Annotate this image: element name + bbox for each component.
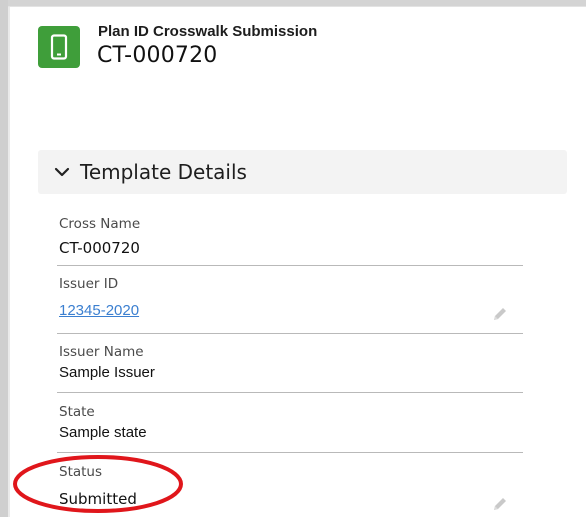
highlight-circle — [13, 455, 183, 513]
field-label: Issuer ID — [59, 276, 119, 292]
field-value: Sample state — [59, 424, 147, 441]
record-title: CT-000720 — [97, 43, 218, 68]
edit-pencil-icon[interactable] — [491, 495, 509, 513]
window-frame-left-inner — [8, 6, 10, 517]
record-type-label: Plan ID Crosswalk Submission — [98, 23, 318, 40]
window-frame-top-inner — [8, 6, 586, 7]
issuer-id-link[interactable]: 12345-2020 — [59, 302, 139, 319]
section-title: Template Details — [80, 160, 247, 184]
field-label: Issuer Name — [59, 344, 144, 360]
window-frame-left — [0, 0, 8, 517]
divider — [57, 333, 523, 334]
divider — [57, 392, 523, 393]
field-value: Sample Issuer — [59, 364, 155, 381]
field-label: Cross Name — [59, 216, 141, 232]
divider — [57, 265, 523, 266]
mobile-device-icon — [38, 26, 80, 68]
edit-pencil-icon[interactable] — [491, 305, 509, 323]
field-label: State — [59, 404, 95, 420]
template-details-section-toggle[interactable]: Template Details — [38, 150, 567, 194]
chevron-down-icon — [54, 164, 70, 180]
field-value: CT-000720 — [59, 239, 140, 257]
